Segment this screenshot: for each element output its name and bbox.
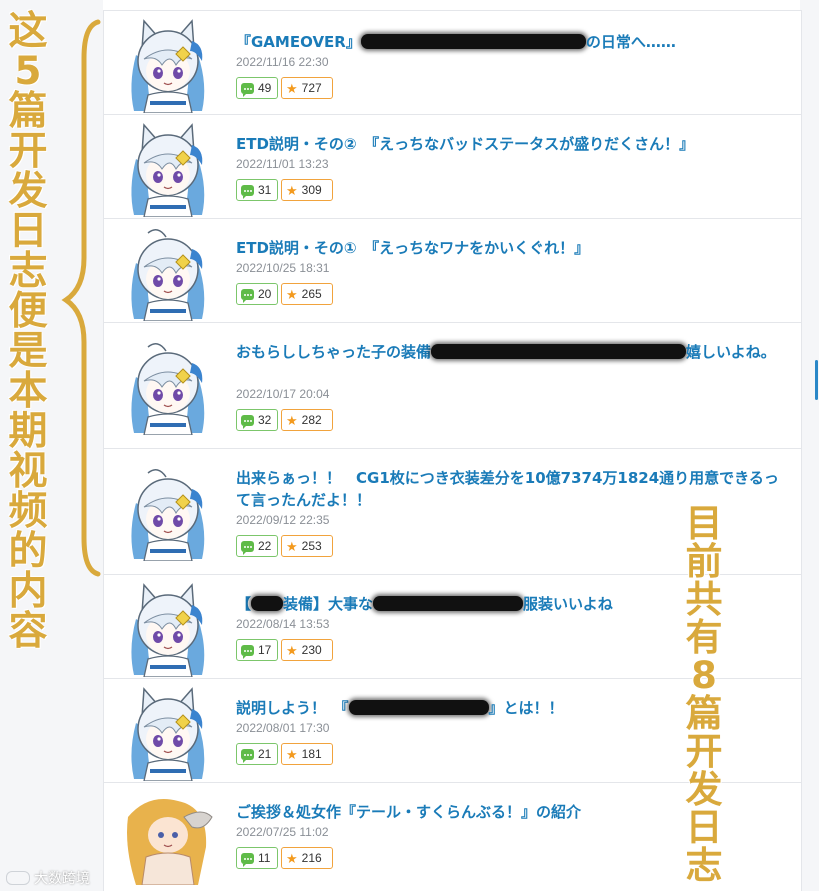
redacted-text [360, 34, 586, 49]
star-icon: ★ [286, 182, 298, 198]
post-thumbnail[interactable] [118, 119, 216, 217]
watermark-logo-icon [6, 871, 30, 885]
list-item[interactable]: おもらししちゃった子の装備 嬉しいよね。 2022/10/17 20:04 32 … [104, 322, 801, 448]
favorite-count-badge[interactable]: ★ 727 [281, 77, 333, 99]
comment-icon [241, 288, 254, 303]
redacted-text [431, 344, 687, 359]
post-title[interactable]: ETD説明・その② 『えっちなバッドステータスが盛りだくさん！』 [236, 133, 781, 155]
star-icon: ★ [286, 286, 298, 302]
post-date: 2022/10/17 20:04 [236, 387, 330, 401]
comment-icon [241, 540, 254, 555]
annotation-right: 目前共有8篇开发日志 [685, 502, 723, 887]
post-date: 2022/07/25 11:02 [236, 825, 329, 839]
favorite-count-badge[interactable]: ★ 216 [281, 847, 333, 869]
favorite-count-badge[interactable]: ★ 309 [281, 179, 333, 201]
star-icon: ★ [286, 642, 298, 658]
comment-icon [241, 414, 254, 429]
post-date: 2022/10/25 18:31 [236, 261, 330, 275]
star-icon: ★ [286, 80, 298, 96]
post-thumbnail[interactable] [118, 463, 216, 561]
comment-count-badge[interactable]: 17 [236, 639, 278, 661]
favorite-count-badge[interactable]: ★ 253 [281, 535, 333, 557]
watermark: 大数跨境 [6, 868, 90, 888]
comment-count-badge[interactable]: 11 [236, 847, 278, 869]
post-thumbnail[interactable] [118, 683, 216, 781]
comment-count-badge[interactable]: 21 [236, 743, 278, 765]
post-date: 2022/11/01 13:23 [236, 157, 329, 171]
comment-icon [241, 644, 254, 659]
star-icon: ★ [286, 850, 298, 866]
post-date: 2022/08/01 17:30 [236, 721, 330, 735]
redacted-text [348, 700, 489, 715]
comment-icon [241, 82, 254, 97]
star-icon: ★ [286, 538, 298, 554]
curly-brace-annotation [61, 19, 101, 577]
post-date: 2022/09/12 22:35 [236, 513, 330, 527]
post-title[interactable]: 『GAMEOVER』 の日常へ…… [236, 31, 781, 53]
right-gutter [800, 0, 819, 891]
comment-icon [241, 184, 254, 199]
scrollbar-thumb[interactable] [815, 360, 818, 400]
favorite-count-badge[interactable]: ★ 265 [281, 283, 333, 305]
comment-count-badge[interactable]: 32 [236, 409, 278, 431]
favorite-count-badge[interactable]: ★ 282 [281, 409, 333, 431]
star-icon: ★ [286, 412, 298, 428]
comment-icon [241, 748, 254, 763]
redacted-text [251, 596, 284, 611]
comment-count-badge[interactable]: 49 [236, 77, 278, 99]
list-item[interactable]: ETD説明・その② 『えっちなバッドステータスが盛りだくさん！』 2022/11… [104, 114, 801, 218]
star-icon: ★ [286, 746, 298, 762]
post-date: 2022/11/16 22:30 [236, 55, 329, 69]
redacted-text [373, 596, 524, 611]
post-date: 2022/08/14 13:53 [236, 617, 330, 631]
comment-icon [241, 852, 254, 867]
post-thumbnail[interactable] [118, 579, 216, 677]
comment-count-badge[interactable]: 22 [236, 535, 278, 557]
post-thumbnail[interactable] [118, 787, 216, 885]
favorite-count-badge[interactable]: ★ 230 [281, 639, 333, 661]
post-title[interactable]: ETD説明・その① 『えっちなワナをかいくぐれ！』 [236, 237, 781, 259]
post-title[interactable]: おもらししちゃった子の装備 嬉しいよね。 [236, 341, 781, 363]
post-thumbnail[interactable] [118, 337, 216, 435]
comment-count-badge[interactable]: 20 [236, 283, 278, 305]
comment-count-badge[interactable]: 31 [236, 179, 278, 201]
favorite-count-badge[interactable]: ★ 181 [281, 743, 333, 765]
post-thumbnail[interactable] [118, 15, 216, 113]
post-thumbnail[interactable] [118, 223, 216, 321]
list-item[interactable]: 『GAMEOVER』 の日常へ…… 2022/11/16 22:30 49 ★ 72… [104, 10, 801, 114]
list-item[interactable]: ETD説明・その① 『えっちなワナをかいくぐれ！』 2022/10/25 18:… [104, 218, 801, 322]
annotation-left: 这5篇开发日志便是本期视频的内容 [8, 9, 48, 654]
